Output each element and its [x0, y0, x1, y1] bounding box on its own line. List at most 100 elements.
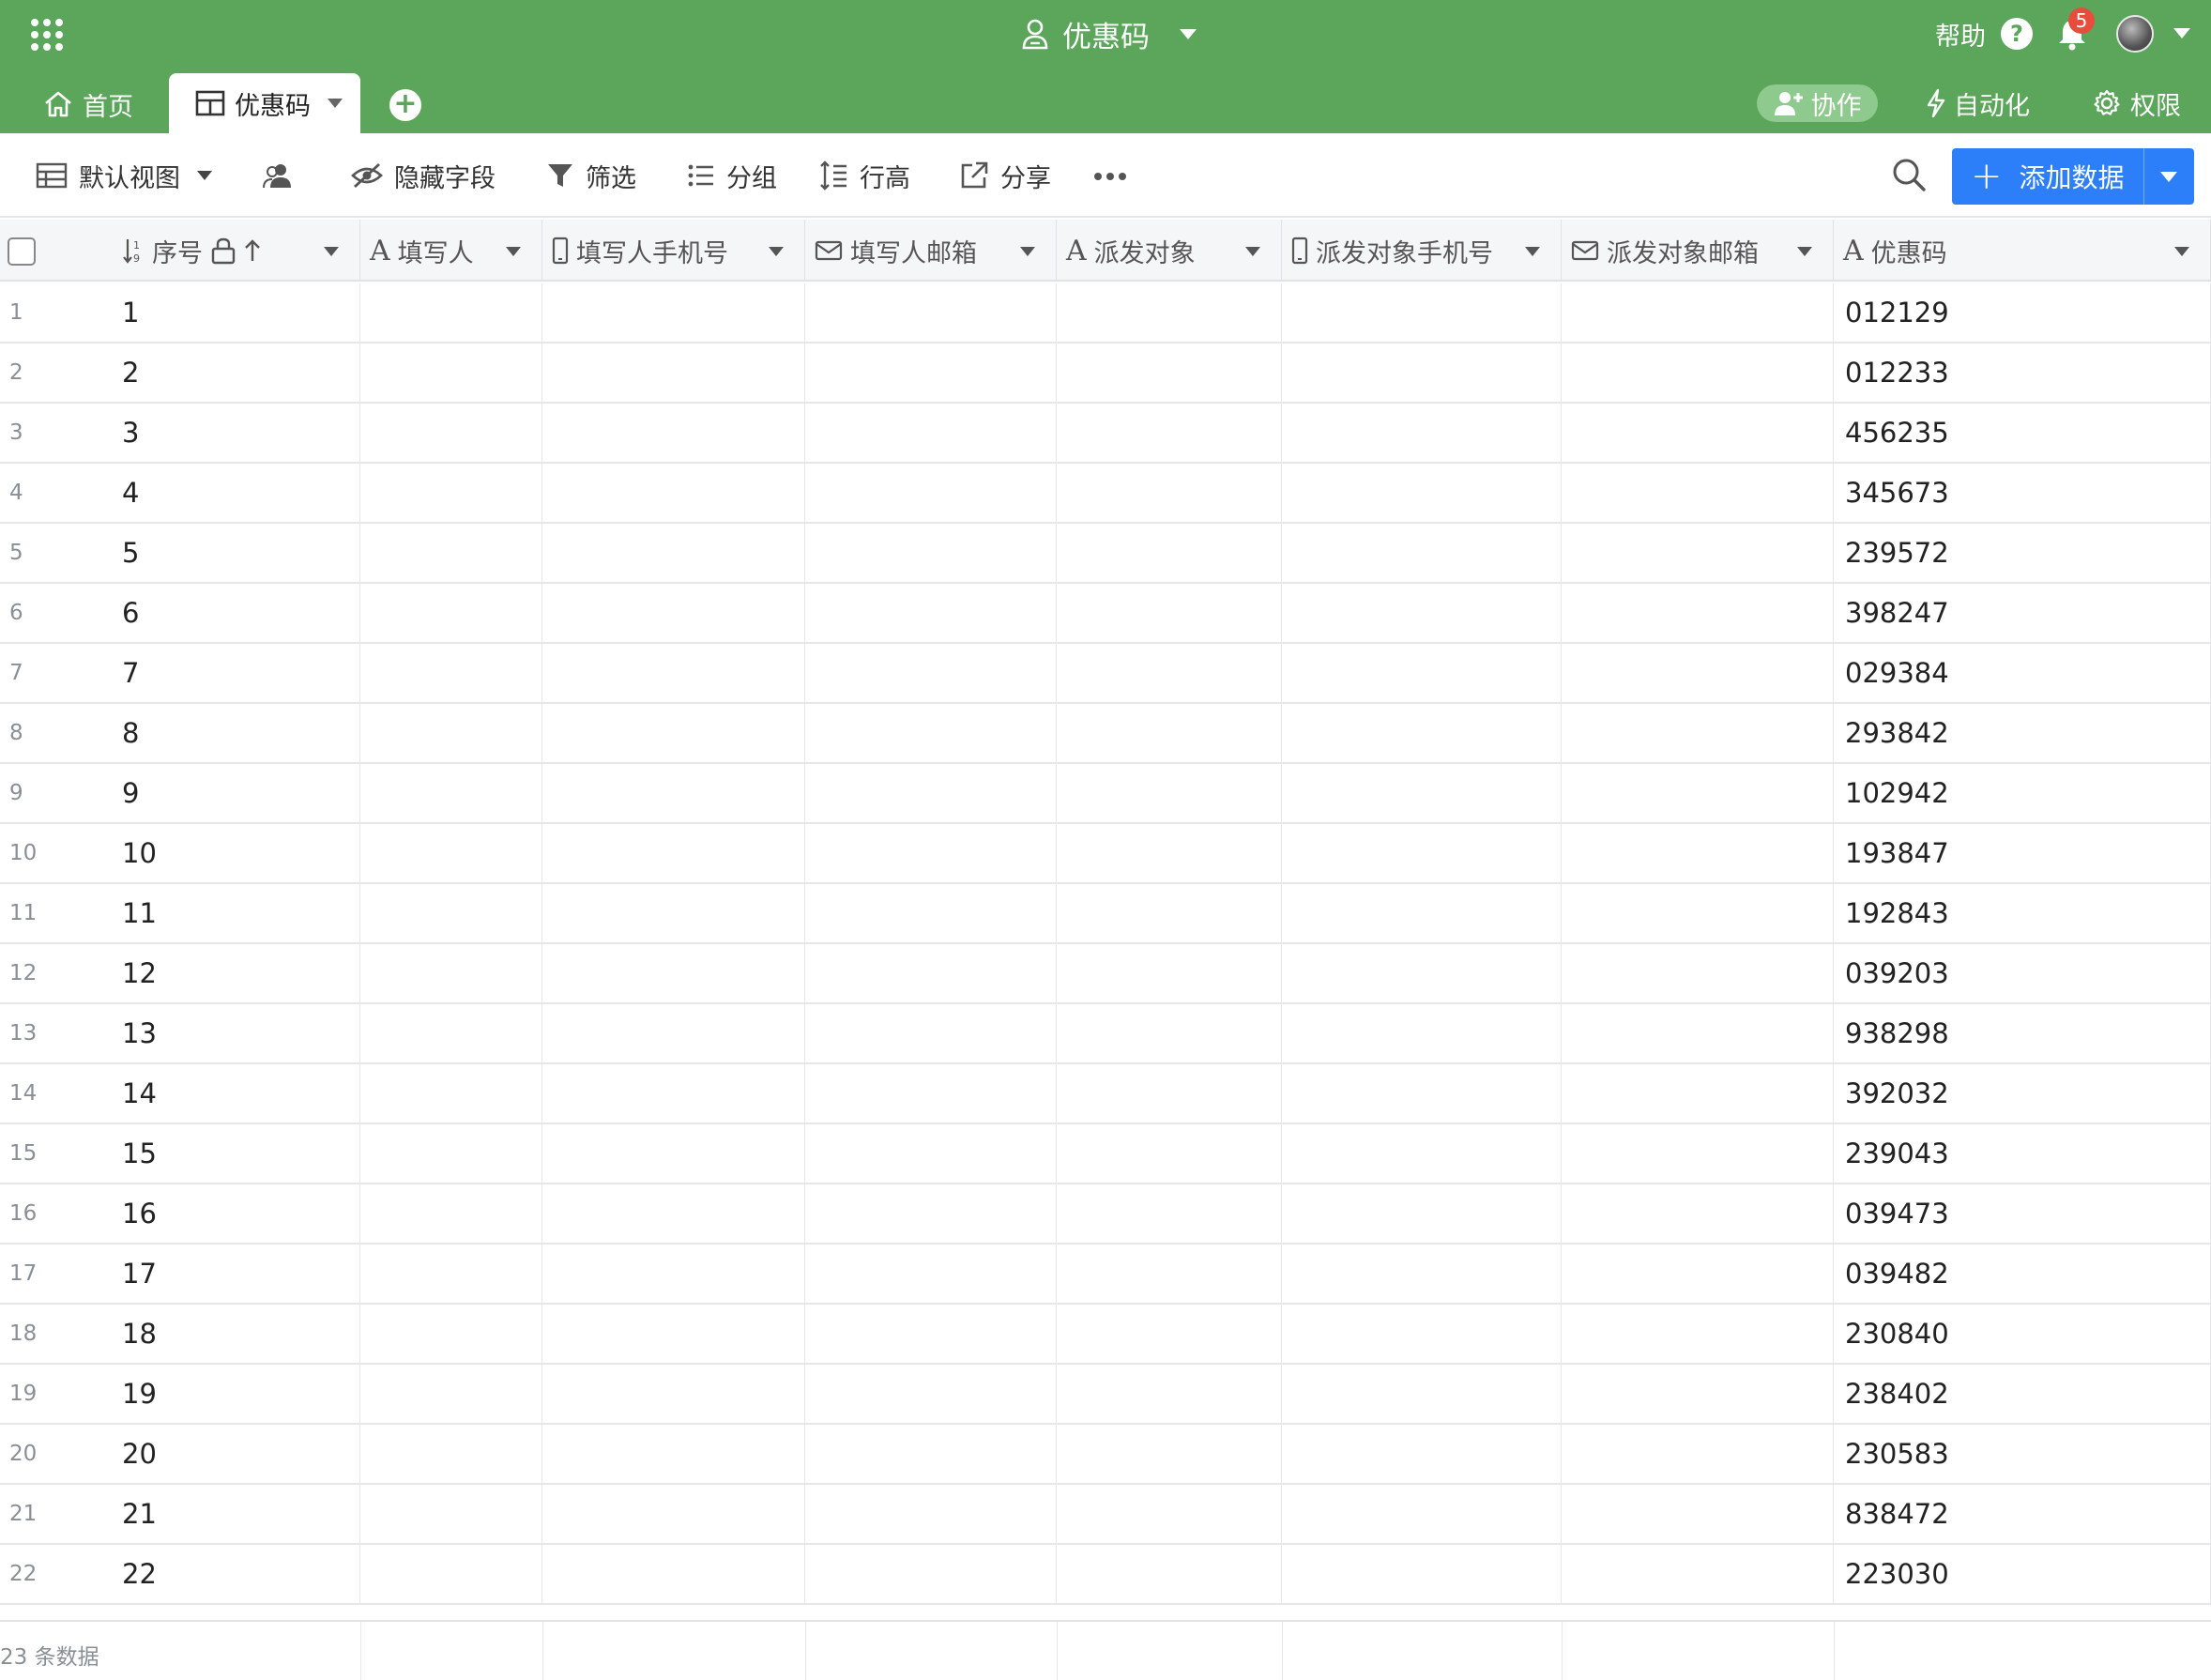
cell-empty[interactable]	[360, 1545, 542, 1603]
cell-empty[interactable]	[542, 1245, 805, 1303]
cell-empty[interactable]	[1562, 1425, 1834, 1483]
cell-empty[interactable]	[805, 464, 1057, 522]
cell-empty[interactable]	[542, 1545, 805, 1603]
cell-empty[interactable]	[360, 644, 542, 702]
cell-empty[interactable]	[1282, 1305, 1562, 1363]
table-row[interactable]: 8 8 293842	[0, 704, 2211, 764]
cell-coupon-code[interactable]: 012129	[1834, 283, 2211, 342]
column-header-recipient-email[interactable]: 派发对象邮箱	[1562, 220, 1834, 282]
cell-empty[interactable]	[805, 524, 1057, 582]
cell-coupon-code[interactable]: 039203	[1834, 944, 2211, 1002]
cell-empty[interactable]	[1057, 404, 1282, 462]
tab-home[interactable]: 首页	[43, 84, 133, 124]
cell-empty[interactable]	[1057, 464, 1282, 522]
cell-empty[interactable]	[805, 764, 1057, 822]
cell-coupon-code[interactable]: 039482	[1834, 1245, 2211, 1303]
cell-empty[interactable]	[1562, 1365, 1834, 1423]
cell-empty[interactable]	[1282, 344, 1562, 402]
column-header-recipient-phone[interactable]: 派发对象手机号	[1282, 220, 1562, 282]
table-row[interactable]: 22 22 223030	[0, 1545, 2211, 1605]
cell-empty[interactable]	[1562, 283, 1834, 342]
cell-empty[interactable]	[360, 1305, 542, 1363]
cell-empty[interactable]	[1057, 344, 1282, 402]
cell-coupon-code[interactable]: 192843	[1834, 884, 2211, 942]
cell-empty[interactable]	[360, 1184, 542, 1243]
cell-empty[interactable]	[1282, 824, 1562, 882]
chevron-down-icon[interactable]	[328, 99, 343, 108]
cell-coupon-code[interactable]: 230583	[1834, 1425, 2211, 1483]
cell-empty[interactable]	[1057, 884, 1282, 942]
cell-empty[interactable]	[360, 1004, 542, 1062]
cell-empty[interactable]	[542, 404, 805, 462]
cell-empty[interactable]	[1057, 1305, 1282, 1363]
cell-empty[interactable]	[1562, 944, 1834, 1002]
cell-empty[interactable]	[1057, 584, 1282, 642]
cell-seq[interactable]: 14 14	[0, 1064, 360, 1123]
column-header-filler-email[interactable]: 填写人邮箱	[805, 220, 1057, 282]
cell-empty[interactable]	[360, 584, 542, 642]
cell-empty[interactable]	[1562, 644, 1834, 702]
cell-empty[interactable]	[1057, 1245, 1282, 1303]
cell-empty[interactable]	[1282, 1485, 1562, 1543]
chevron-down-icon[interactable]	[324, 247, 339, 256]
table-row[interactable]: 13 13 938298	[0, 1004, 2211, 1064]
cell-seq[interactable]: 22 22	[0, 1545, 360, 1603]
cell-empty[interactable]	[360, 1485, 542, 1543]
cell-empty[interactable]	[360, 764, 542, 822]
cell-empty[interactable]	[1057, 644, 1282, 702]
row-height-button[interactable]: 行高	[820, 156, 910, 195]
cell-empty[interactable]	[1057, 1004, 1282, 1062]
cell-seq[interactable]: 19 19	[0, 1365, 360, 1423]
cell-empty[interactable]	[542, 824, 805, 882]
cell-empty[interactable]	[805, 344, 1057, 402]
table-row[interactable]: 2 2 012233	[0, 344, 2211, 404]
cell-seq[interactable]: 88	[0, 704, 360, 762]
select-all-checkbox[interactable]	[8, 237, 36, 266]
cell-empty[interactable]	[1562, 1064, 1834, 1123]
cell-seq[interactable]: 16 16	[0, 1184, 360, 1243]
column-header-filler[interactable]: A 填写人	[360, 220, 542, 282]
cell-seq[interactable]: 10 10	[0, 824, 360, 882]
cell-coupon-code[interactable]: 392032	[1834, 1064, 2211, 1123]
cell-empty[interactable]	[805, 1184, 1057, 1243]
cell-seq[interactable]: 20 20	[0, 1425, 360, 1483]
chevron-down-icon[interactable]	[2174, 247, 2189, 256]
chevron-down-icon[interactable]	[2160, 172, 2177, 182]
table-row[interactable]: 15 15 239043	[0, 1124, 2211, 1184]
cell-empty[interactable]	[360, 1124, 542, 1183]
cell-empty[interactable]	[1562, 824, 1834, 882]
cell-coupon-code[interactable]: 938298	[1834, 1004, 2211, 1062]
filter-button[interactable]: 筛选	[546, 156, 636, 195]
cell-empty[interactable]	[1282, 1004, 1562, 1062]
cell-empty[interactable]	[805, 944, 1057, 1002]
table-row[interactable]: 7 7 029384	[0, 644, 2211, 704]
table-row[interactable]: 4 4 345673	[0, 464, 2211, 524]
cell-empty[interactable]	[542, 1425, 805, 1483]
cell-empty[interactable]	[542, 464, 805, 522]
cell-empty[interactable]	[360, 524, 542, 582]
view-collaborators-button[interactable]	[261, 156, 306, 195]
cell-empty[interactable]	[542, 644, 805, 702]
cell-empty[interactable]	[542, 944, 805, 1002]
cell-empty[interactable]	[1562, 524, 1834, 582]
chevron-down-icon[interactable]	[1020, 247, 1035, 256]
cell-empty[interactable]	[1282, 944, 1562, 1002]
cell-seq[interactable]: 66	[0, 584, 360, 642]
cell-empty[interactable]	[1562, 1124, 1834, 1183]
cell-empty[interactable]	[805, 584, 1057, 642]
chevron-down-icon[interactable]	[506, 247, 521, 256]
cell-empty[interactable]	[542, 1004, 805, 1062]
cell-empty[interactable]	[1562, 884, 1834, 942]
cell-empty[interactable]	[1562, 1545, 1834, 1603]
cell-coupon-code[interactable]: 029384	[1834, 644, 2211, 702]
cell-coupon-code[interactable]: 456235	[1834, 404, 2211, 462]
cell-empty[interactable]	[360, 344, 542, 402]
cell-empty[interactable]	[1562, 1245, 1834, 1303]
cell-empty[interactable]	[805, 1124, 1057, 1183]
cell-empty[interactable]	[805, 283, 1057, 342]
cell-empty[interactable]	[1282, 884, 1562, 942]
cell-empty[interactable]	[805, 1365, 1057, 1423]
cell-seq[interactable]: 17 17	[0, 1245, 360, 1303]
table-row[interactable]: 17 17 039482	[0, 1245, 2211, 1305]
cell-empty[interactable]	[542, 584, 805, 642]
